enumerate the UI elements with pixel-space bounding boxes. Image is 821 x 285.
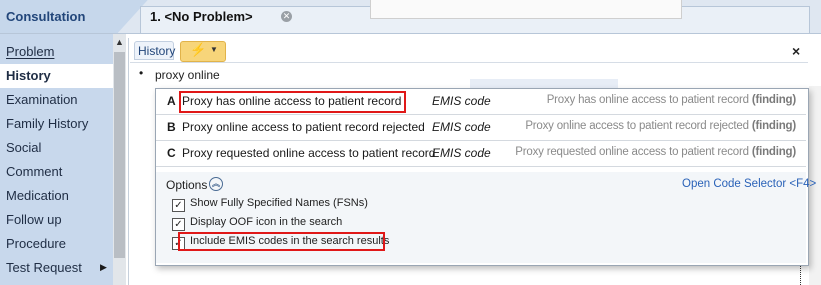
problem-tab-label[interactable]: 1. <No Problem> <box>150 9 253 24</box>
result-source: EMIS code <box>432 94 491 108</box>
search-query[interactable]: proxy online <box>155 68 220 82</box>
result-term[interactable]: Proxy online access to patient record re… <box>182 120 425 134</box>
checkbox-checked-icon[interactable]: ✓ <box>172 199 185 212</box>
lightning-icon: ⚡ <box>190 42 207 57</box>
result-letter: C <box>167 146 176 160</box>
sidebar-scrollbar-thumb[interactable] <box>114 52 125 258</box>
sidebar: Problem History Examination Family Histo… <box>0 34 113 285</box>
option-display-oof[interactable]: ✓ Display OOF icon in the search <box>172 216 342 232</box>
sidebar-item-family-history[interactable]: Family History <box>6 112 111 136</box>
result-term[interactable]: Proxy requested online access to patient… <box>182 146 435 160</box>
result-letter: B <box>167 120 176 134</box>
sidebar-item-follow-up[interactable]: Follow up <box>6 208 111 232</box>
checkbox-checked-icon[interactable]: ✓ <box>172 218 185 231</box>
sidebar-item-test-request[interactable]: Test Request <box>6 256 111 280</box>
options-label[interactable]: Options <box>166 178 207 192</box>
sidebar-item-history[interactable]: History <box>0 64 113 88</box>
option-label: Display OOF icon in the search <box>190 216 343 228</box>
scroll-up-icon[interactable]: ▲ <box>113 37 126 47</box>
result-letter: A <box>167 94 176 108</box>
sidebar-item-comment[interactable]: Comment <box>6 160 111 184</box>
sidebar-item-procedure[interactable]: Procedure <box>6 232 111 256</box>
close-circle-icon[interactable]: ✕ <box>281 11 292 22</box>
chevron-down-icon: ▼ <box>210 45 218 54</box>
consultation-title: Consultation <box>0 0 120 33</box>
sidebar-item-examination[interactable]: Examination <box>6 88 111 112</box>
highlight-box <box>178 232 385 251</box>
open-code-selector-link[interactable]: Open Code Selector <F4> <box>682 178 816 190</box>
result-row-b[interactable]: B Proxy online access to patient record … <box>156 115 806 141</box>
option-label: Show Fully Specified Names (FSNs) <box>190 197 368 209</box>
bullet-icon: • <box>139 66 144 80</box>
result-fsn: Proxy online access to patient record re… <box>525 120 796 132</box>
result-fsn: Proxy requested online access to patient… <box>515 146 796 158</box>
background-window-edge <box>370 0 682 19</box>
sidebar-item-social[interactable]: Social <box>6 136 111 160</box>
close-icon[interactable]: × <box>792 43 800 59</box>
history-tab[interactable]: History <box>134 41 175 60</box>
result-source: EMIS code <box>432 120 491 134</box>
collapse-icon[interactable]: ︽ <box>209 177 223 191</box>
sidebar-item-problem[interactable]: Problem <box>6 40 111 64</box>
sidebar-item-medication[interactable]: Medication <box>6 184 111 208</box>
divider <box>130 62 808 63</box>
result-fsn: Proxy has online access to patient recor… <box>546 94 796 106</box>
result-row-c[interactable]: C Proxy requested online access to patie… <box>156 141 806 167</box>
option-show-fsn[interactable]: ✓ Show Fully Specified Names (FSNs) <box>172 197 368 213</box>
highlight-box <box>179 91 406 113</box>
chevron-right-icon: ▶ <box>100 262 107 272</box>
result-source: EMIS code <box>432 146 491 160</box>
